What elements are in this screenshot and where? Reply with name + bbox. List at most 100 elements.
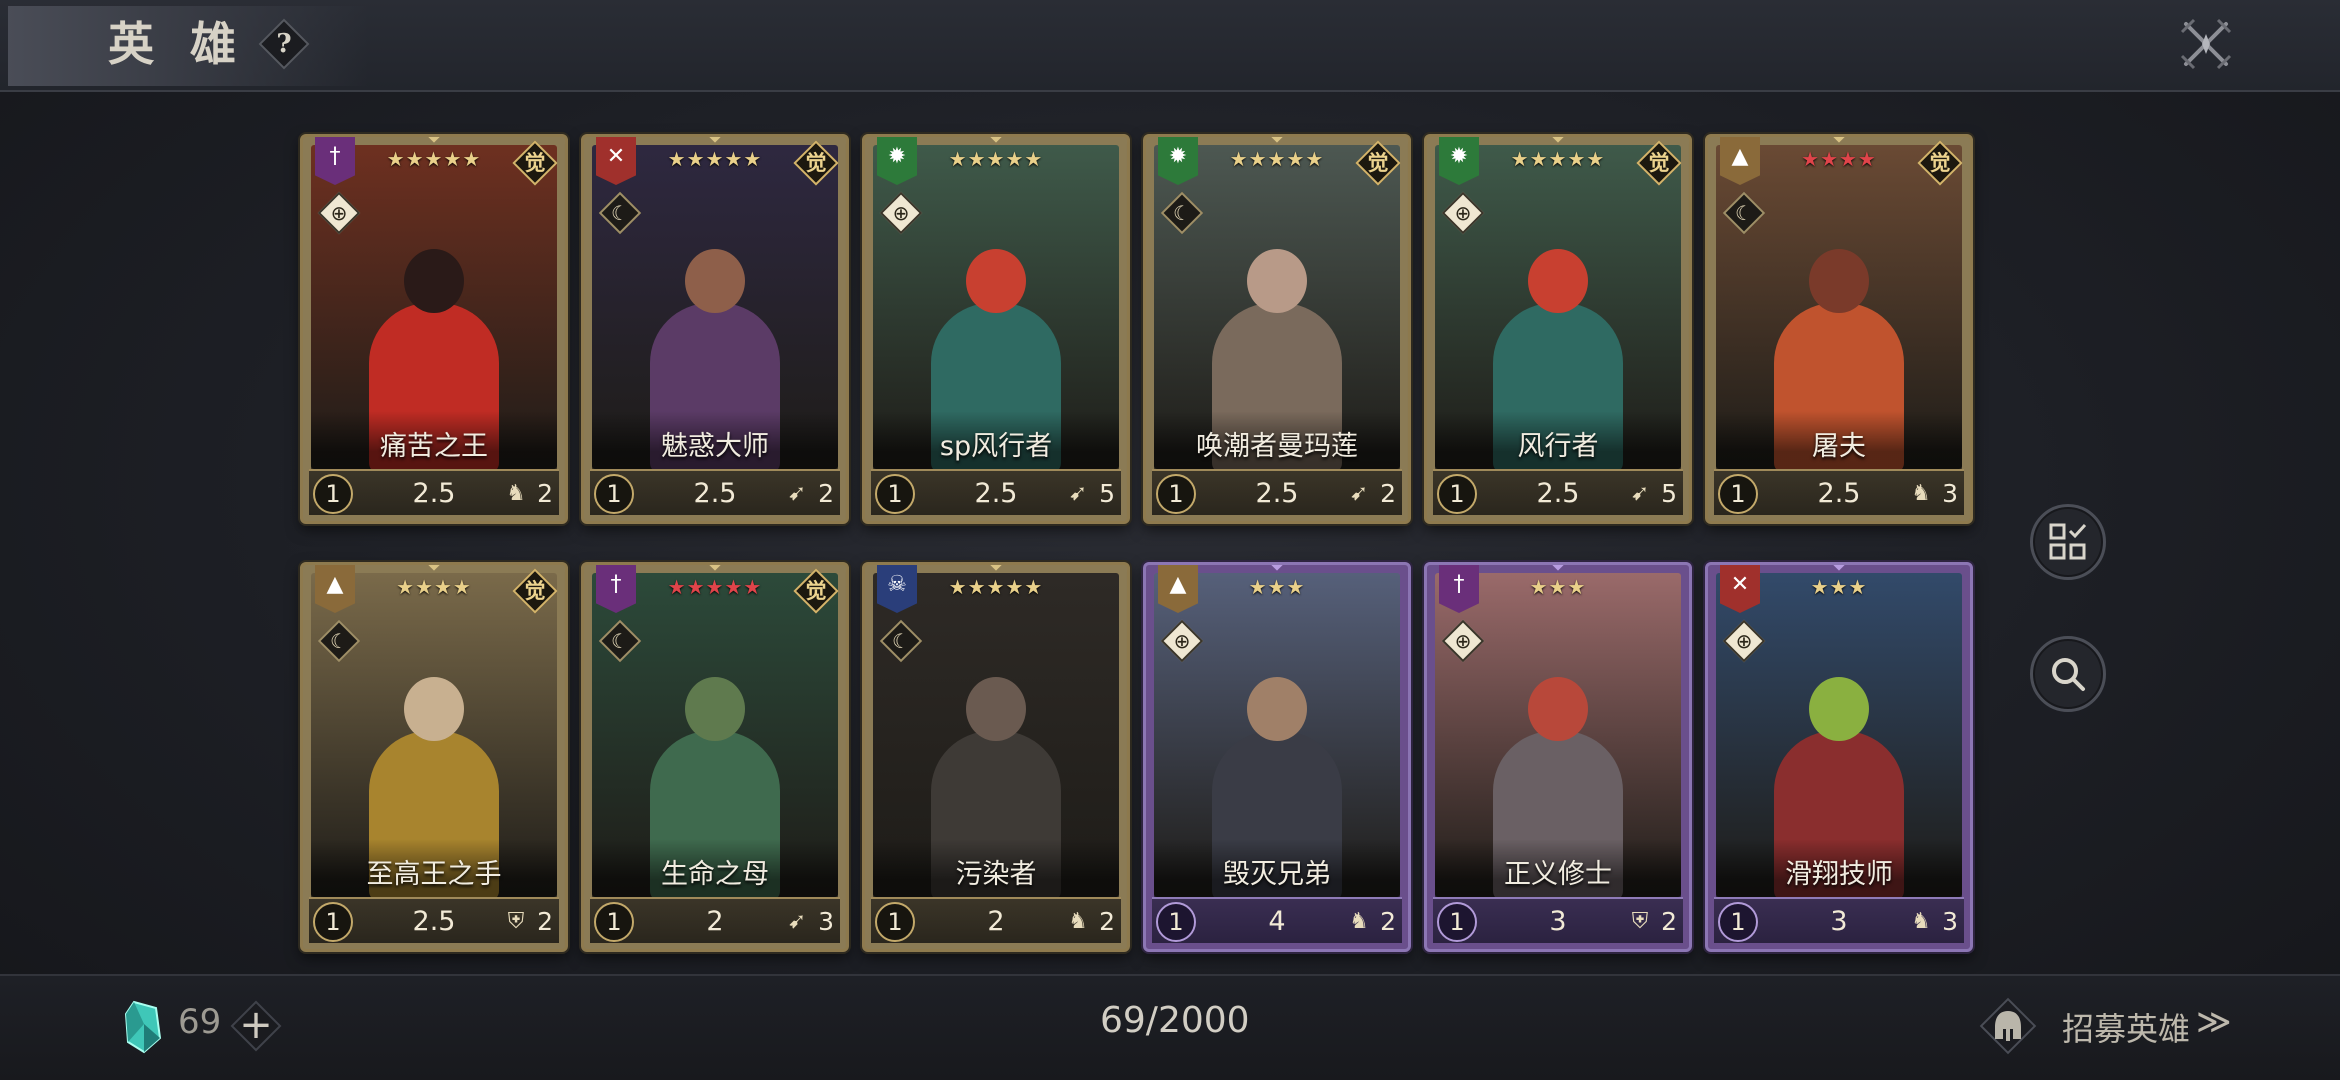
filter-checklist-button[interactable] [2030,504,2106,580]
hero-figure-head [1809,249,1869,313]
recruit-heroes-button[interactable]: 招募英雄 ≫ [1974,990,2304,1062]
horse-icon: ♞ [506,481,526,506]
hero-figure-head [685,677,745,741]
search-button[interactable] [2030,636,2106,712]
bow-icon: ➹ [787,481,807,506]
hero-card[interactable]: ▲ ★★★ ⊕ 毁灭兄弟 1 4 ♞ 2 [1143,562,1411,952]
card-pin [428,565,440,571]
hero-name: 污染者 [955,859,1037,890]
hero-stats-bar: 1 2.5 ♞ 3 [1714,469,1964,515]
hero-card[interactable]: ✹ ★★★★★ ⊕ sp风行者 1 2.5 ➹ 5 [862,134,1130,524]
hero-speed: 3 [1830,906,1848,937]
hero-figure-head [1247,249,1307,313]
checklist-grid-icon [2049,523,2087,560]
hero-speed: 2.5 [1817,478,1861,509]
hero-name: sp风行者 [939,431,1053,462]
hero-name: 毁灭兄弟 [1223,859,1331,890]
hero-figure-head [404,249,464,313]
role-badge: ⊕ [1160,619,1204,663]
card-pin [1552,137,1564,143]
hero-speed: 2.5 [1536,478,1580,509]
hero-card[interactable]: ✹ ★★★★★ 觉 ⊕ 风行者 1 2.5 ➹ 5 [1424,134,1692,524]
hero-name: 生命之母 [661,859,769,890]
hero-card[interactable]: † ★★★★★ 觉 ☾ 生命之母 1 2 ➹ 3 [581,562,849,952]
top-bar: 英 雄 ? [0,0,2340,92]
bow-icon: ➹ [787,909,807,934]
hero-stats-bar: 1 2.5 ⛨ 2 [309,897,559,943]
hero-name: 唤潮者曼玛莲 [1196,431,1358,462]
hero-card[interactable]: † ★★★ ⊕ 正义修士 1 3 ⛨ 2 [1424,562,1692,952]
question-icon: ? [276,29,292,59]
hero-range: 3 [1942,479,1958,508]
close-button[interactable] [2174,12,2238,76]
role-badge: ⊕ [879,191,923,235]
hero-stats-bar: 1 3 ♞ 3 [1714,897,1964,943]
star-rating: ★★★ [1248,575,1306,599]
awakened-label: 觉 [1367,151,1389,175]
crescent-icon: ☾ [1173,201,1191,225]
hero-capacity: 69/2000 [1100,1000,1250,1041]
card-pin [990,565,1002,571]
bow-icon: ➹ [1349,481,1369,506]
hero-card[interactable]: ✕ ★★★ ⊕ 滑翔技师 1 3 ♞ 3 [1705,562,1973,952]
hero-figure-head [966,677,1026,741]
crossed-swords-close-icon [2180,18,2232,70]
shield-icon: ⛨ [507,909,525,934]
horse-icon: ♞ [1911,481,1931,506]
hero-figure-head [966,249,1026,313]
hero-card[interactable]: ✹ ★★★★★ 觉 ☾ 唤潮者曼玛莲 1 2.5 ➹ 2 [1143,134,1411,524]
hero-card[interactable]: ☠ ★★★★★ ☾ 污染者 1 2 ♞ 2 [862,562,1130,952]
hero-figure-head [1528,677,1588,741]
card-pin [1833,565,1845,571]
hero-cost: 1 [1156,902,1196,942]
hero-stats-bar: 1 2.5 ➹ 5 [871,469,1121,515]
page-title: 英 雄 [108,17,247,71]
hero-range: 2 [1661,907,1677,936]
bow-icon: ➹ [1068,481,1088,506]
hero-card[interactable]: ▲ ★★★★ 觉 ☾ 至高王之手 1 2.5 ⛨ 2 [300,562,568,952]
add-crystal-button[interactable]: + [226,996,286,1056]
crosshair-icon: ⊕ [1454,201,1472,225]
role-badge: ⊕ [1441,191,1485,235]
hero-card[interactable]: † ★★★★★ 觉 ⊕ 痛苦之王 1 2.5 ♞ 2 [300,134,568,524]
shield-icon: ⛨ [1631,909,1649,934]
hero-range: 3 [1942,907,1958,936]
hero-name: 魅惑大师 [661,431,769,462]
hero-name: 滑翔技师 [1785,859,1893,890]
role-badge: ⊕ [1441,619,1485,663]
hero-figure-head [404,677,464,741]
hero-figure-head [1247,677,1307,741]
awakened-badge: 觉 [1917,140,1963,186]
hero-speed: 2 [987,906,1005,937]
awakened-badge: 觉 [793,140,839,186]
awakened-badge: 觉 [793,568,839,614]
card-pin [1271,565,1283,571]
hero-cost: 1 [313,474,353,514]
hero-stats-bar: 1 2.5 ♞ 2 [309,469,559,515]
hero-speed: 2.5 [412,478,456,509]
card-pin [428,137,440,143]
horse-icon: ♞ [1911,909,1931,934]
hero-cost: 1 [875,902,915,942]
crosshair-icon: ⊕ [1173,629,1191,653]
hero-stats-bar: 1 2.5 ➹ 5 [1433,469,1683,515]
awakened-label: 觉 [524,579,546,603]
help-button[interactable]: ? [258,18,310,70]
role-badge: ☾ [1722,191,1766,235]
crescent-icon: ☾ [330,629,348,653]
crescent-icon: ☾ [611,201,629,225]
hero-range: 5 [1099,479,1115,508]
role-badge: ⊕ [317,191,361,235]
hero-name: 至高王之手 [366,859,502,890]
hero-cost: 1 [1437,474,1477,514]
hero-stats-bar: 1 4 ♞ 2 [1152,897,1402,943]
horse-icon: ♞ [1349,909,1369,934]
hero-cost: 1 [1156,474,1196,514]
awakened-badge: 觉 [512,568,558,614]
hero-cost: 1 [313,902,353,942]
hero-figure-head [1809,677,1869,741]
awakened-label: 觉 [1929,151,1951,175]
hero-card[interactable]: ▲ ★★★★ 觉 ☾ 屠夫 1 2.5 ♞ 3 [1705,134,1973,524]
hero-card[interactable]: ✕ ★★★★★ 觉 ☾ 魅惑大师 1 2.5 ➹ 2 [581,134,849,524]
bow-icon: ➹ [1630,481,1650,506]
